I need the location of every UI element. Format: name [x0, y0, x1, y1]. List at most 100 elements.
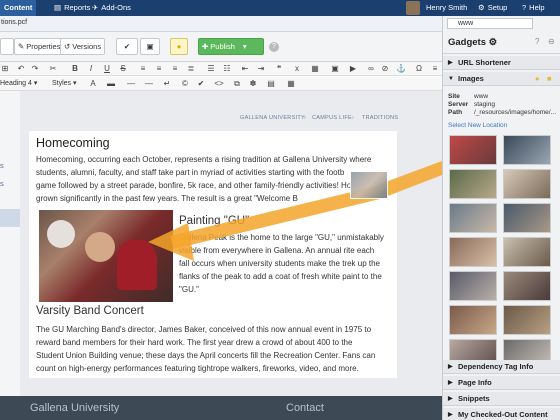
versions-button[interactable]: ↺ Versions — [60, 38, 106, 55]
image-thumb[interactable] — [503, 305, 551, 335]
align-right-icon[interactable]: ≡ — [170, 63, 180, 74]
remove-format-icon[interactable]: — — [126, 78, 136, 89]
align-left-icon[interactable]: ≡ — [138, 63, 148, 74]
image-thumb[interactable] — [503, 237, 551, 267]
properties-button[interactable]: ✎ Properties — [14, 38, 65, 55]
snippets-label: Snippets — [458, 394, 490, 403]
select-location-link[interactable]: Select New Location — [448, 122, 507, 129]
gadgets-title-text: Gadgets — [448, 37, 487, 48]
top-nav: Content ▤ Reports ✈ Add-Ons Henry Smith ⚙ S… — [0, 0, 560, 16]
dragged-image-thumbnail[interactable] — [350, 171, 388, 199]
cut-icon[interactable]: ✂ — [48, 63, 58, 74]
save-button[interactable]: ✔ — [116, 38, 138, 55]
snippet-icon[interactable]: ⧉ — [232, 78, 242, 89]
underline-icon[interactable]: U — [102, 63, 112, 74]
blockquote-icon[interactable]: ❝ — [274, 63, 284, 74]
anchor-icon[interactable]: ⚓ — [396, 63, 406, 74]
close-icon[interactable]: ⊖ — [548, 37, 555, 46]
indent-icon[interactable]: ⇥ — [256, 63, 266, 74]
italic-icon[interactable]: I — [86, 63, 96, 74]
folder-icon[interactable]: ■ — [547, 72, 552, 86]
image-thumb[interactable] — [503, 271, 551, 301]
copyright-icon[interactable]: © — [180, 78, 190, 89]
justify-icon[interactable]: ≣ — [186, 63, 196, 74]
camera-icon: ▣ — [146, 42, 154, 51]
gadgets-header: Gadgets ⚙ ? ⊖ — [443, 32, 560, 54]
nav-content[interactable]: Content — [0, 0, 37, 16]
line-break-icon[interactable]: ↵ — [162, 78, 172, 89]
asset-icon[interactable]: ✽ — [248, 78, 258, 89]
reports-icon: ▤ — [54, 3, 62, 12]
chevron-right-icon: ▶ — [448, 60, 453, 66]
bullet-list-icon[interactable]: ☰ — [206, 63, 216, 74]
images-header[interactable]: ▼ Images ● ■ — [443, 72, 560, 86]
bulb-icon: ● — [176, 42, 182, 51]
image-thumb[interactable] — [503, 135, 551, 165]
text-color-icon[interactable]: A — [88, 78, 98, 89]
image-thumb[interactable] — [449, 237, 497, 267]
gear-icon[interactable]: ⚙ — [489, 37, 498, 48]
gadgets-panel: www Gadgets ⚙ ? ⊖ ▶ URL Shortener ▼ Images… — [442, 16, 560, 420]
image-thumb[interactable] — [449, 135, 497, 165]
star-icon[interactable]: ● — [535, 72, 540, 86]
publish-button[interactable]: ✚ Publish ▾ — [198, 38, 264, 55]
highlight-icon[interactable]: ▬ — [106, 78, 116, 89]
source-icon[interactable]: ⊞ — [0, 63, 10, 74]
image-thumb[interactable] — [449, 169, 497, 199]
nav-setup-label: Setup — [487, 3, 508, 12]
nav-addons[interactable]: ✈ Add-Ons — [92, 0, 131, 16]
image-icon[interactable]: ▣ — [330, 63, 340, 74]
image-thumb[interactable] — [449, 305, 497, 335]
bold-icon[interactable]: B — [70, 63, 80, 74]
subscript-icon[interactable]: x — [292, 63, 302, 74]
server-value: staging — [474, 101, 495, 108]
images-server: Server staging — [448, 101, 495, 108]
site-selector[interactable]: www — [447, 18, 533, 29]
image-thumb[interactable] — [503, 169, 551, 199]
toolbar-left-button[interactable] — [0, 38, 14, 55]
format-select[interactable]: Heading 4 ▾ — [0, 78, 37, 89]
outdent-icon[interactable]: ⇤ — [240, 63, 250, 74]
images-label: Images — [458, 74, 484, 83]
image-thumb[interactable] — [449, 203, 497, 233]
table-icon[interactable]: ▦ — [310, 63, 320, 74]
url-shortener-header[interactable]: ▶ URL Shortener — [443, 56, 560, 70]
nav-help[interactable]: ? Help — [522, 0, 545, 16]
unlink-icon[interactable]: ⊘ — [380, 63, 390, 74]
spellcheck-icon[interactable]: ✔ — [196, 78, 206, 89]
tips-button[interactable]: ● — [170, 38, 188, 55]
drag-arrow-shaft — [170, 161, 442, 249]
dependency-tag-header[interactable]: ▶ Dependency Tag Info — [443, 360, 560, 374]
user-name[interactable]: Henry Smith — [426, 0, 467, 16]
styles-value: Styles — [52, 80, 72, 87]
site-value: www — [474, 93, 489, 100]
media-icon[interactable]: ▶ — [348, 63, 358, 74]
strikethrough-icon[interactable]: S — [118, 63, 128, 74]
numbered-list-icon[interactable]: ☷ — [222, 63, 232, 74]
undo-icon[interactable]: ↶ — [16, 63, 26, 74]
snippets-header[interactable]: ▶ Snippets — [443, 392, 560, 406]
gallery-icon[interactable]: ▤ — [266, 78, 276, 89]
publish-label: Publish — [210, 42, 235, 51]
horizontal-rule-icon[interactable]: ― — [144, 78, 154, 89]
checked-out-header[interactable]: ▶ My Checked-Out Content — [443, 408, 560, 420]
special-char-icon[interactable]: Ω — [414, 63, 424, 74]
image-thumb[interactable] — [449, 271, 497, 301]
image-thumb[interactable] — [503, 203, 551, 233]
table-insert-icon[interactable]: ▦ — [286, 78, 296, 89]
avatar[interactable] — [406, 1, 420, 15]
link-icon[interactable]: ∞ — [366, 63, 376, 74]
help-icon[interactable]: ? — [535, 37, 539, 46]
nav-reports[interactable]: ▤ Reports — [54, 0, 90, 16]
page-info-header[interactable]: ▶ Page Info — [443, 376, 560, 390]
help-circle-icon[interactable]: ? — [269, 42, 279, 52]
more-icon[interactable]: ≡ — [430, 63, 440, 74]
code-icon[interactable]: <> — [214, 78, 224, 89]
redo-icon[interactable]: ↷ — [30, 63, 40, 74]
editor-toolbar-row-1: ⊞ ↶ ↷ ✂ B I U S ≡ ≡ ≡ ≣ ☰ ☷ ⇤ ⇥ ❝ x ▦ ▣ … — [0, 62, 442, 76]
screenshot-button[interactable]: ▣ — [140, 38, 160, 55]
align-center-icon[interactable]: ≡ — [154, 63, 164, 74]
images-path: Path /_resources/images/home/... — [448, 109, 556, 116]
nav-setup[interactable]: ⚙ Setup — [478, 0, 507, 16]
styles-select[interactable]: Styles ▾ — [52, 78, 77, 89]
